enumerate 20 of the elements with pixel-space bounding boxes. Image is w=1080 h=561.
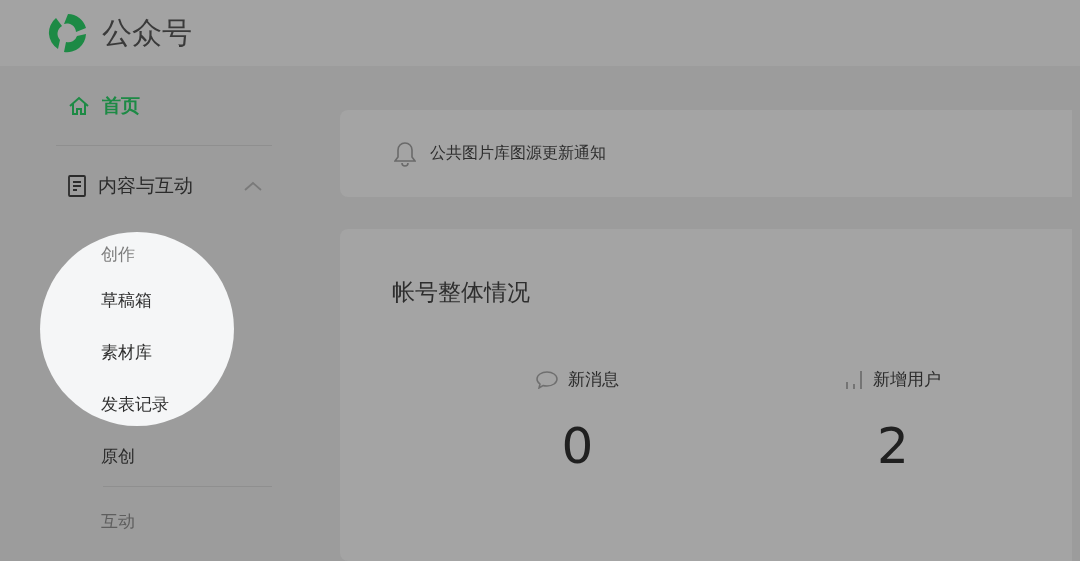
nav-section[interactable]: 内容与互动 (56, 146, 272, 226)
nav-subitem[interactable]: 素材库 (56, 326, 272, 378)
app-title: 公众号 (102, 13, 192, 52)
nav-subitem[interactable]: 草稿箱 (56, 274, 272, 326)
stat-label: 新消息 (568, 368, 619, 392)
stat-label: 新增用户 (873, 368, 941, 392)
home-icon (68, 95, 90, 116)
chat-bubble-icon (536, 370, 558, 389)
group-label: 创作 (100, 242, 136, 266)
stat-value: 2 (877, 417, 909, 476)
card-title: 帐号整体情况 (392, 278, 531, 308)
nav-subitem[interactable]: 原创 (56, 430, 272, 482)
group-label: 互动 (100, 509, 136, 533)
notice-link[interactable]: 公共图片库图源更新通知 (430, 143, 606, 165)
stat-value: 0 (561, 417, 594, 476)
bell-icon (394, 140, 416, 167)
bar-chart-icon (845, 369, 863, 390)
document-icon (68, 175, 86, 197)
nav-subitem[interactable]: 发表记录 (56, 378, 272, 430)
section-label: 内容与互动 (98, 173, 193, 198)
